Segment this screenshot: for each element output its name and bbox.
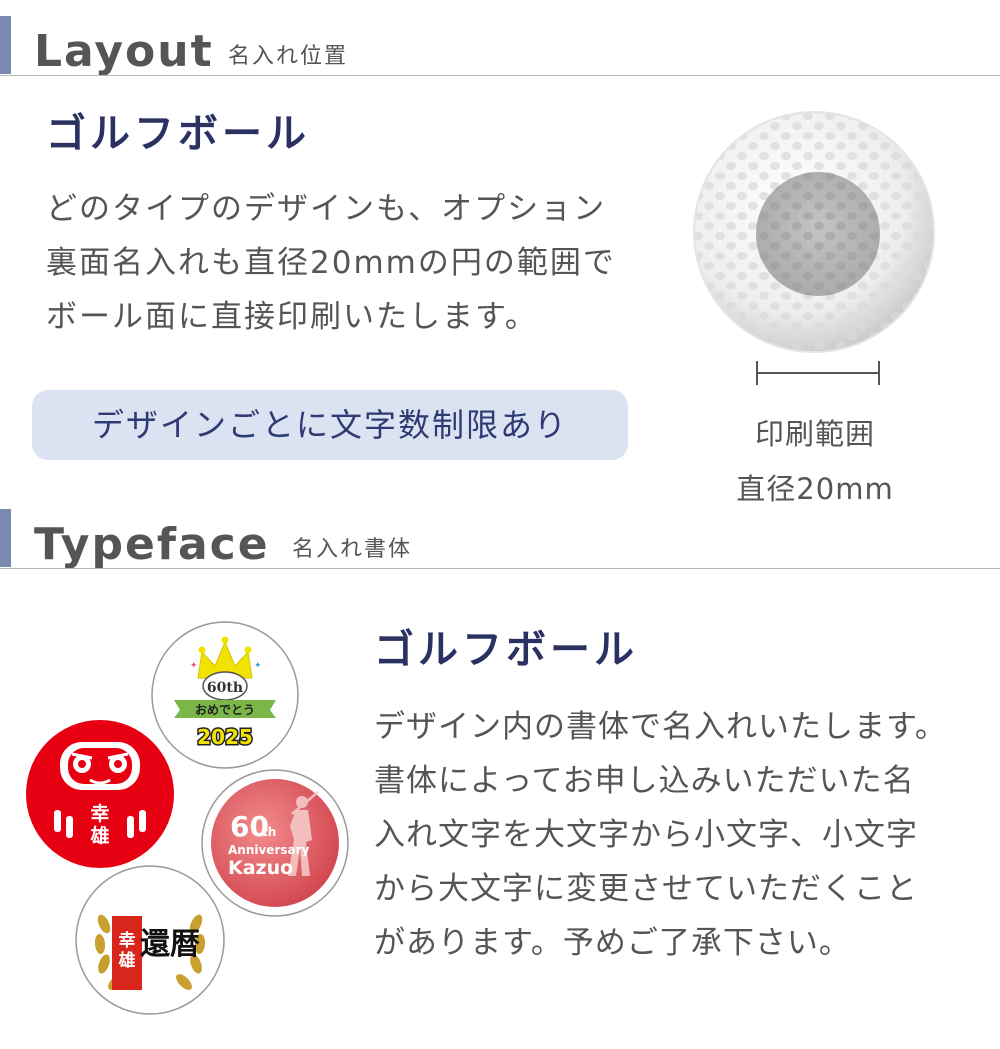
- crown-badge-year: 2025: [197, 725, 253, 749]
- layout-heading: ゴルフボール: [46, 111, 310, 157]
- sample-daruma-badge: 幸雄: [24, 718, 176, 870]
- layout-description-line: 裏面名入れも直径20mmの円の範囲で: [46, 245, 616, 281]
- typeface-section-header: Typeface 名入れ書体: [0, 505, 1000, 569]
- typeface-heading: ゴルフボール: [374, 627, 638, 673]
- section-title-en: Typeface: [34, 519, 270, 570]
- print-area-label: 印刷範囲: [754, 417, 875, 451]
- layout-description-line: ボール面に直接印刷いたします。: [46, 299, 538, 335]
- golf-ball-icon: [692, 110, 936, 354]
- kanreki-badge-title: 還暦: [140, 927, 200, 962]
- sample-kanreki-badge: 幸雄 還暦: [74, 864, 226, 1016]
- layout-section-header: Layout 名入れ位置: [0, 12, 1000, 76]
- svg-text:✦: ✦: [190, 661, 198, 671]
- section-divider: [0, 568, 1000, 569]
- kanreki-badge-name: 幸雄: [118, 930, 136, 971]
- crown-badge-year-label: 60th: [207, 680, 243, 696]
- print-area-size: 直径20mm: [736, 472, 894, 506]
- layout-description: どのタイプのデザインも、オプション 裏面名入れも直径20mmの円の範囲で ボール…: [46, 182, 616, 344]
- svg-text:✦: ✦: [254, 661, 262, 671]
- section-title-en: Layout: [34, 26, 214, 77]
- golfer-badge-name: Kazuo: [228, 857, 293, 879]
- daruma-badge-name: 幸雄: [89, 803, 109, 847]
- typeface-description-line: デザイン内の書体で名入れいたします。: [374, 709, 947, 745]
- crown-badge-greeting: おめでとう: [195, 703, 255, 717]
- golfer-badge-anniversary: Anniversary: [228, 843, 310, 857]
- typeface-description-line: から大文字に変更させていただくこと: [374, 871, 918, 907]
- typeface-description-line: があります。予めご了承下さい。: [374, 925, 851, 961]
- print-diameter-indicator: [754, 358, 882, 388]
- typeface-description: デザイン内の書体で名入れいたします。 書体によってお申し込みいただいた名 入れ文…: [374, 700, 947, 970]
- section-accent-bar: [0, 16, 11, 74]
- typeface-description-line: 書体によってお申し込みいただいた名: [374, 763, 915, 799]
- section-title-jp: 名入れ書体: [292, 537, 413, 562]
- section-divider: [0, 75, 1000, 76]
- section-accent-bar: [0, 509, 11, 567]
- layout-description-line: どのタイプのデザインも、オプション: [46, 191, 607, 227]
- golfer-badge-ordinal: th: [262, 825, 276, 839]
- section-title-jp: 名入れ位置: [228, 44, 349, 69]
- character-limit-notice: デザインごとに文字数制限あり: [32, 390, 628, 460]
- typeface-description-line: 入れ文字を大文字から小文字、小文字: [374, 817, 918, 853]
